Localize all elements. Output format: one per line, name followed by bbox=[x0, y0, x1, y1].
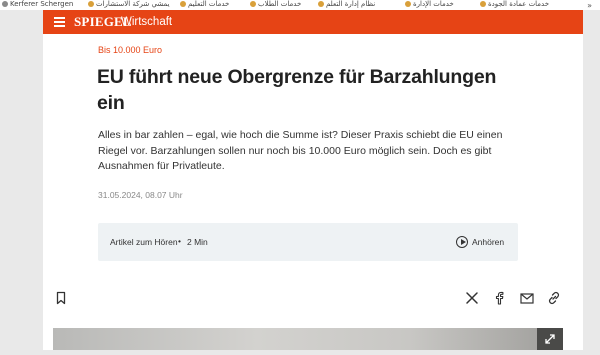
audio-label: Artikel zum Hören bbox=[110, 237, 178, 247]
audio-duration: 2 Min bbox=[187, 237, 208, 247]
bookmark-item[interactable]: خدمات الطلاب bbox=[250, 0, 301, 10]
article-hero-image bbox=[53, 328, 563, 350]
play-circle-icon bbox=[456, 236, 468, 248]
section-title[interactable]: Wirtschaft bbox=[121, 16, 172, 28]
audio-player: Artikel zum Hören • 2 Min Anhören bbox=[98, 223, 518, 261]
article-date: 31.05.2024, 08.07 Uhr bbox=[98, 190, 183, 200]
bookmark-item[interactable]: خدمات الإدارة bbox=[405, 0, 454, 10]
link-icon[interactable] bbox=[546, 290, 562, 306]
article: Bis 10.000 Euro EU führt neue Obergrenze… bbox=[43, 34, 583, 350]
expand-image-button[interactable] bbox=[537, 328, 563, 350]
article-headline: EU führt neue Obergrenze für Barzahlunge… bbox=[97, 66, 497, 114]
bookmark-item[interactable]: Kerferer Schergen bbox=[2, 0, 73, 10]
hamburger-icon[interactable] bbox=[54, 17, 65, 27]
expand-icon bbox=[545, 334, 555, 344]
listen-label: Anhören bbox=[472, 237, 505, 247]
bookmark-item[interactable]: خدمات التعليم bbox=[180, 0, 229, 10]
bookmark-item[interactable]: نظام إدارة التعلم bbox=[318, 0, 375, 10]
bookmark-item[interactable]: يمشي شركة الاستشارات bbox=[88, 0, 170, 10]
bookmark-icon[interactable] bbox=[53, 290, 69, 306]
mail-icon[interactable] bbox=[519, 290, 535, 306]
bookmarks-bar: Kerferer Schergen يمشي شركة الاستشارات خ… bbox=[0, 0, 600, 10]
article-lead: Alles in bar zahlen – egal, wie hoch die… bbox=[98, 129, 503, 172]
site-icon bbox=[180, 1, 186, 7]
site-icon bbox=[318, 1, 324, 7]
bookmark-item[interactable]: خدمات عمادة الجودة bbox=[480, 0, 549, 10]
article-actions bbox=[43, 286, 583, 310]
x-icon[interactable] bbox=[464, 290, 480, 306]
bookmarks-more-button[interactable]: » bbox=[587, 1, 592, 10]
site-header: SPIEGEL Wirtschaft bbox=[43, 10, 583, 34]
site-icon bbox=[2, 1, 8, 7]
audio-separator: • bbox=[178, 236, 181, 246]
site-icon bbox=[88, 1, 94, 7]
site-icon bbox=[480, 1, 486, 7]
site-icon bbox=[405, 1, 411, 7]
site-icon bbox=[250, 1, 256, 7]
listen-button[interactable]: Anhören bbox=[456, 234, 504, 250]
article-kicker: Bis 10.000 Euro bbox=[98, 45, 163, 55]
facebook-icon[interactable] bbox=[491, 290, 507, 306]
